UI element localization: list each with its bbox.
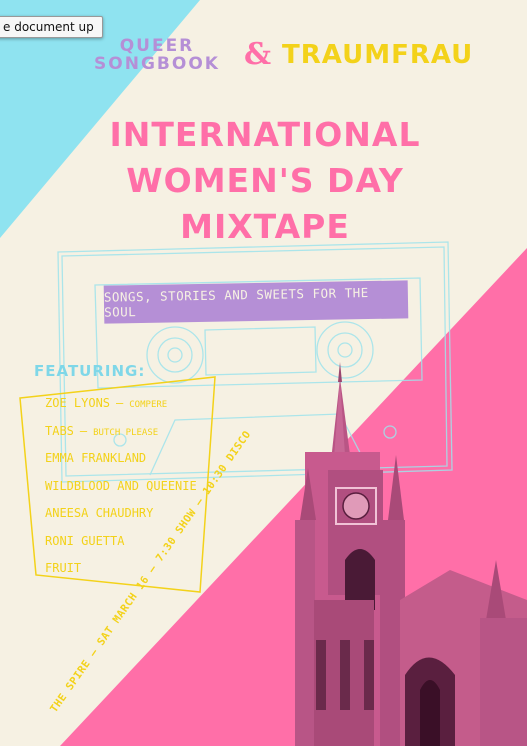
tagline-banner: SONGS, STORIES AND SWEETS FOR THE SOUL: [103, 280, 409, 324]
artist-item: ZOE LYONS – COMPERE: [45, 390, 197, 418]
artist-name: ANEESA CHAUDHRY: [45, 506, 154, 520]
artist-separator: –: [116, 396, 124, 410]
artist-name: RONI GUETTA: [45, 533, 125, 548]
tooltip: e document up: [0, 16, 103, 38]
brand-left-line1: QUEER: [119, 36, 195, 56]
artist-separator: –: [79, 423, 88, 438]
headline-line-1: INTERNATIONAL: [109, 115, 421, 154]
artist-role: COMPERE: [129, 400, 168, 410]
artist-item: WILDBLOOD AND QUEENIE: [45, 473, 197, 501]
brand-ampersand: &: [244, 37, 272, 72]
brand-left-line2: SONGBOOK: [94, 54, 220, 74]
artist-name: FRUIT: [45, 561, 82, 575]
event-headline: INTERNATIONAL WOMEN'S DAY MIXTAPE: [100, 112, 430, 250]
artist-name: TABS: [45, 423, 74, 438]
tagline-text: SONGS, STORIES AND SWEETS FOR THE SOUL: [103, 285, 369, 320]
headline-line-2: WOMEN'S DAY: [126, 161, 404, 200]
artist-lineup: ZOE LYONS – COMPERE TABS – BUTCH PLEASE EMMA…: [45, 390, 197, 583]
artist-role: BUTCH PLEASE: [93, 427, 159, 438]
artist-name: WILDBLOOD AND QUEENIE: [45, 478, 197, 493]
headline-line-3: MIXTAPE: [180, 207, 350, 246]
artist-item: EMMA FRANKLAND: [45, 445, 197, 473]
artist-item: FRUIT: [45, 555, 197, 583]
artist-name: EMMA FRANKLAND: [45, 451, 147, 465]
artist-item: ANEESA CHAUDHRY: [45, 500, 197, 528]
artist-name: ZOE LYONS: [45, 396, 111, 410]
artist-item: TABS – BUTCH PLEASE: [45, 418, 197, 446]
featuring-heading: FEATURING:: [34, 362, 146, 380]
brand-traumfrau: TRAUMFRAU: [282, 40, 474, 70]
brand-queer-songbook: QUEER SONGBOOK: [82, 37, 232, 73]
